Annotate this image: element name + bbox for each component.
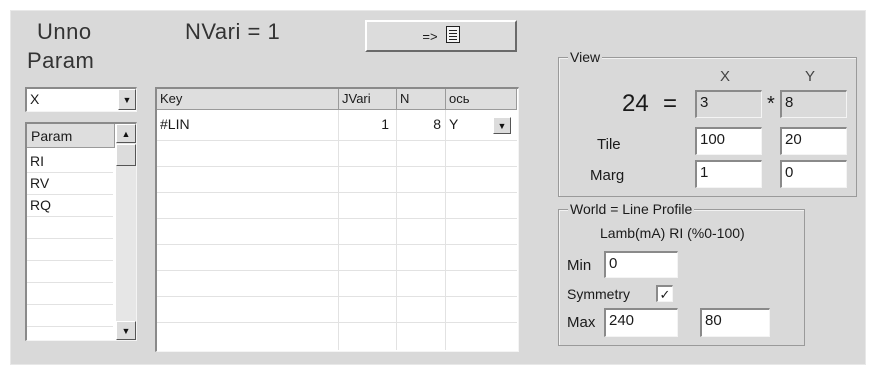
x-header: X — [720, 68, 731, 85]
apply-button[interactable]: => — [365, 20, 517, 52]
scroll-thumb[interactable] — [116, 144, 136, 166]
world-subtitle: Lamb(mA) RI (%0-100) — [600, 225, 745, 241]
row-line — [27, 260, 113, 261]
title-param: Param — [27, 48, 95, 73]
max-label: Max — [567, 314, 596, 331]
tile-label: Tile — [597, 136, 621, 153]
world-group-legend: World = Line Profile — [568, 201, 695, 217]
chevron-down-icon: ▼ — [122, 94, 132, 105]
arrow-label: => — [422, 28, 438, 44]
x-count-field: 3 — [695, 90, 762, 118]
param-item-rv[interactable]: RV — [27, 172, 113, 194]
param-list-scrollbar[interactable]: ▲ ▼ — [116, 124, 136, 340]
min-input[interactable]: 0 — [604, 251, 678, 278]
marg-y-input[interactable]: 0 — [780, 160, 847, 188]
axis-select-value: X — [30, 91, 40, 107]
row-line — [27, 216, 113, 217]
row-line — [157, 218, 517, 219]
col-header-key[interactable]: Key — [157, 89, 339, 110]
y-header: Y — [805, 68, 816, 85]
row-line — [27, 326, 113, 327]
cell-axis[interactable]: Y — [446, 113, 482, 137]
symmetry-checkbox[interactable]: ✓ — [656, 285, 673, 302]
total-count: 24 — [622, 90, 649, 117]
col-line — [338, 110, 339, 350]
param-list-header: Param — [27, 124, 115, 148]
marg-label: Marg — [590, 167, 625, 184]
chevron-up-icon: ▲ — [121, 128, 131, 139]
nvari-label: NVari = 1 — [185, 19, 281, 44]
chevron-down-icon: ▼ — [121, 325, 131, 336]
row-line — [157, 166, 517, 167]
times-sign: * — [767, 93, 775, 115]
axis-cell-dropdown-button[interactable]: ▼ — [493, 117, 511, 134]
col-header-axis[interactable]: ось — [446, 89, 517, 110]
row-line — [157, 270, 517, 271]
view-group-legend: View — [568, 49, 603, 65]
equals-sign: = — [663, 90, 678, 117]
row-line — [27, 304, 113, 305]
scroll-down-button[interactable]: ▼ — [116, 321, 136, 340]
title-unno: Unno — [37, 19, 92, 44]
scroll-up-button[interactable]: ▲ — [116, 124, 136, 143]
row-line — [157, 192, 517, 193]
row-line — [157, 322, 517, 323]
cell-n[interactable]: 8 — [397, 113, 444, 137]
marg-x-input[interactable]: 1 — [695, 160, 762, 188]
vari-table[interactable]: Key JVari N ось #LIN 1 8 Y ▼ — [155, 87, 519, 352]
param-list[interactable]: Param RI RV RQ ▲ ▼ — [25, 122, 137, 341]
tile-y-input[interactable]: 20 — [780, 127, 847, 155]
row-line — [27, 282, 113, 283]
axis-select[interactable]: X ▼ — [25, 87, 137, 112]
y-count-field: 8 — [780, 90, 847, 118]
list-document-icon — [445, 26, 460, 46]
row-line — [27, 172, 113, 173]
row-line — [27, 194, 113, 195]
max-secondary-input[interactable]: 80 — [700, 308, 770, 337]
col-line — [445, 110, 446, 350]
row-line — [157, 140, 517, 141]
min-label: Min — [567, 257, 592, 274]
col-header-n[interactable]: N — [397, 89, 446, 110]
axis-dropdown-button[interactable]: ▼ — [118, 89, 136, 110]
cell-key[interactable]: #LIN — [157, 113, 337, 137]
param-item-rq[interactable]: RQ — [27, 194, 113, 216]
param-item-ri[interactable]: RI — [27, 150, 113, 172]
col-header-jvari[interactable]: JVari — [339, 89, 397, 110]
tile-x-input[interactable]: 100 — [695, 127, 762, 155]
cell-jvari[interactable]: 1 — [339, 113, 394, 137]
row-line — [27, 238, 113, 239]
max-input[interactable]: 240 — [604, 308, 678, 337]
row-line — [157, 244, 517, 245]
row-line — [157, 296, 517, 297]
col-line — [396, 110, 397, 350]
symmetry-label: Symmetry — [567, 286, 630, 302]
chevron-down-icon: ▼ — [497, 120, 507, 131]
